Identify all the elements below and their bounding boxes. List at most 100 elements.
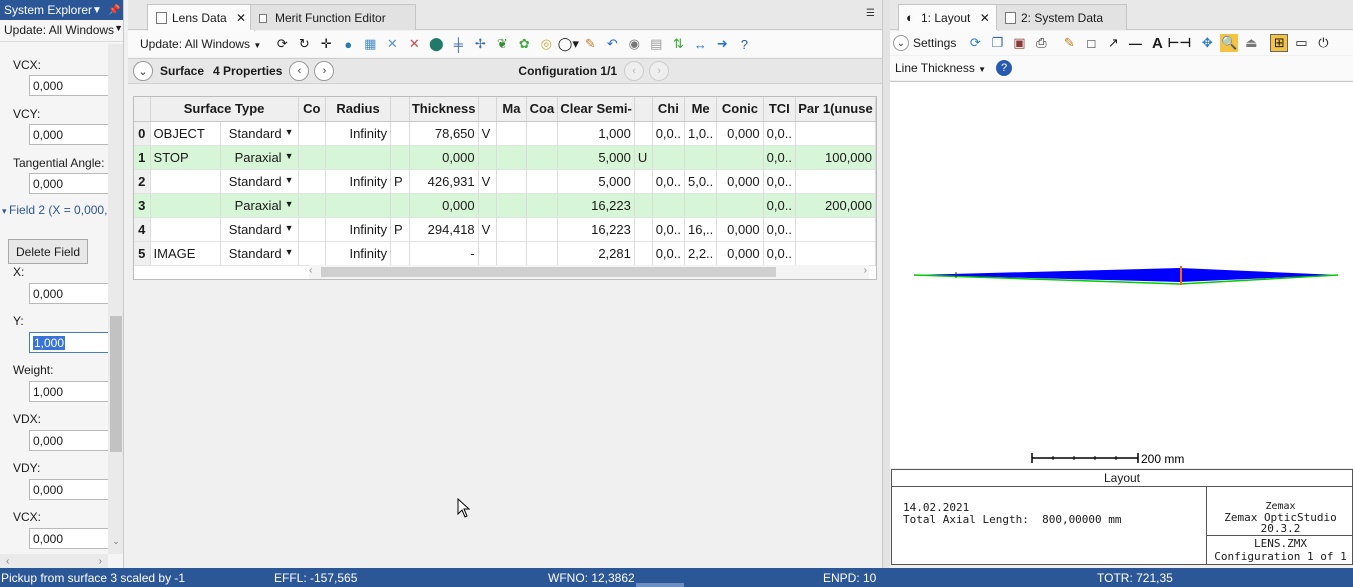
table-cell-par1[interactable] — [795, 121, 876, 146]
table-cell-chi[interactable] — [652, 145, 685, 170]
table-cell-name[interactable]: STOP — [150, 145, 222, 170]
table-cell-rs[interactable] — [390, 193, 410, 218]
window-menu-icon[interactable]: ☰ — [866, 8, 875, 19]
refresh-icon[interactable]: ⟳ — [966, 34, 984, 52]
property-input[interactable]: 1,000 — [29, 332, 108, 353]
pencil-icon[interactable]: ✎ — [1060, 34, 1078, 52]
table-cell-rs[interactable] — [390, 145, 410, 170]
table-cell-co[interactable] — [298, 217, 326, 242]
image-icon[interactable]: ▦ — [361, 35, 379, 53]
chevron-down-icon[interactable]: ▼ — [285, 223, 294, 233]
column-header[interactable]: Me — [684, 97, 718, 122]
line-arrow-icon[interactable]: ↗ — [1104, 34, 1122, 52]
layout-canvas[interactable]: 200 mm — [890, 81, 1353, 468]
table-cell-co[interactable] — [298, 121, 326, 146]
table-cell-ma[interactable] — [496, 145, 527, 170]
table-cell-thickness[interactable]: 78,650 — [409, 121, 479, 146]
column-header[interactable]: Co — [298, 97, 326, 122]
column-header[interactable]: Conic — [716, 97, 764, 122]
property-input[interactable]: 1,000 — [29, 381, 108, 402]
table-cell-chi[interactable]: 0,0.. — [652, 241, 685, 266]
column-header[interactable]: Thickness — [409, 97, 479, 122]
table-cell-radius[interactable] — [325, 145, 392, 170]
table-cell-type[interactable]: Standard ▼ — [220, 241, 299, 266]
table-cell-thickness[interactable]: 0,000 — [409, 193, 479, 218]
table-cell-par1[interactable] — [795, 169, 876, 194]
column-header[interactable] — [634, 97, 653, 122]
table-cell-ma[interactable] — [496, 241, 527, 266]
table-cell-me[interactable]: 1,0.. — [684, 121, 718, 146]
update-dropdown[interactable]: Update: All Windows ▼ — [140, 37, 261, 51]
dimension-icon[interactable]: ⊢⊣ — [1167, 34, 1191, 52]
table-cell-ts[interactable]: V — [478, 169, 498, 194]
column-header[interactable]: Coa — [526, 97, 559, 122]
table-cell-ss[interactable] — [634, 217, 653, 242]
table-cell-tce[interactable]: 0,0.. — [763, 193, 796, 218]
table-cell-ss[interactable] — [634, 169, 653, 194]
table-cell-type[interactable]: Standard ▼ — [220, 217, 299, 242]
property-input[interactable]: 0,000 — [29, 283, 108, 304]
table-cell-name[interactable] — [150, 217, 222, 242]
delete-field-button[interactable]: Delete Field — [8, 239, 88, 264]
table-cell-chi[interactable] — [652, 193, 685, 218]
surface-icon[interactable]: ✢ — [471, 35, 489, 53]
table-cell-type[interactable]: Standard ▼ — [220, 169, 299, 194]
table-cell-chi[interactable]: 0,0.. — [652, 217, 685, 242]
scroll-up-icon[interactable] — [110, 44, 122, 56]
field-tree-item[interactable]: ▾ Field 2 (X = 0,000, — [0, 203, 108, 221]
table-cell-ss[interactable] — [634, 241, 653, 266]
table-cell-tce[interactable]: 0,0.. — [763, 169, 796, 194]
table-cell-coa[interactable] — [526, 193, 559, 218]
chevron-down-icon[interactable]: ▼ — [285, 247, 294, 257]
column-header[interactable] — [390, 97, 410, 122]
column-header[interactable]: Ma — [496, 97, 527, 122]
table-cell-ss[interactable] — [634, 193, 653, 218]
table-cell-radius[interactable]: Infinity — [325, 169, 392, 194]
tab-merit-function-editor[interactable]: Merit Function Editor — [250, 4, 416, 30]
table-cell-thickness[interactable]: 0,000 — [409, 145, 479, 170]
table-cell-semi[interactable]: 2,281 — [557, 241, 635, 266]
tab-lens-data[interactable]: Lens Data ✕ — [147, 4, 256, 31]
undo-icon[interactable]: ↶ — [603, 35, 621, 53]
table-cell-conic[interactable] — [716, 145, 764, 170]
close-icon[interactable]: ✕ — [236, 11, 246, 25]
table-cell-rs[interactable] — [390, 241, 410, 266]
table-cell-ts[interactable]: V — [478, 217, 498, 242]
table-cell-conic[interactable]: 0,000 — [716, 241, 764, 266]
insert-surface-icon[interactable]: ✕ — [383, 35, 401, 53]
surface-collapse-button[interactable]: ⌄ — [133, 61, 153, 81]
property-input[interactable]: 0,000 — [29, 528, 108, 549]
chevron-down-icon[interactable]: ▼ — [285, 199, 294, 209]
circle-dropdown-icon[interactable]: ◯▾ — [558, 35, 579, 53]
property-input[interactable]: 0,000 — [29, 173, 108, 194]
table-cell-conic[interactable]: 0,000 — [716, 169, 764, 194]
table-cell-name[interactable]: IMAGE — [150, 241, 222, 266]
scroll-left-icon[interactable]: ‹ — [309, 265, 312, 276]
table-cell-thickness[interactable]: - — [409, 241, 479, 266]
property-input[interactable]: 0,000 — [29, 75, 108, 96]
previous-surface-button[interactable]: ‹ — [289, 61, 310, 81]
table-cell-radius[interactable]: Infinity — [325, 121, 392, 146]
table-cell-name[interactable] — [150, 193, 222, 218]
column-header[interactable]: Par 1(unuse — [795, 97, 876, 122]
lens-icon[interactable]: ⬤ — [427, 35, 445, 53]
table-cell-coa[interactable] — [526, 145, 559, 170]
table-cell-ma[interactable] — [496, 169, 527, 194]
expand-triangle-icon[interactable]: ▾ — [2, 206, 9, 216]
window-icon[interactable]: ▭ — [1292, 34, 1310, 52]
arrow-right-icon[interactable]: ➜ — [713, 35, 731, 53]
print-icon[interactable]: ⎙ — [1032, 34, 1050, 52]
reload-icon[interactable]: ↻ — [295, 35, 313, 53]
globe-icon[interactable]: ● — [339, 35, 357, 53]
scroll-left-icon[interactable]: ‹ — [6, 556, 9, 567]
table-cell-ma[interactable] — [496, 217, 527, 242]
table-cell-coa[interactable] — [526, 169, 559, 194]
table-cell-thickness[interactable]: 294,418 — [409, 217, 479, 242]
table-cell-co[interactable] — [298, 193, 326, 218]
wizard-icon[interactable]: ❦ — [493, 35, 511, 53]
edit-icon[interactable]: ✎ — [581, 35, 599, 53]
table-cell-me[interactable]: 5,0.. — [684, 169, 718, 194]
dropdown-arrow-icon[interactable]: ▼ — [92, 5, 102, 16]
save-icon[interactable]: ▣ — [1010, 34, 1028, 52]
scroll-right-icon[interactable]: › — [864, 265, 867, 276]
